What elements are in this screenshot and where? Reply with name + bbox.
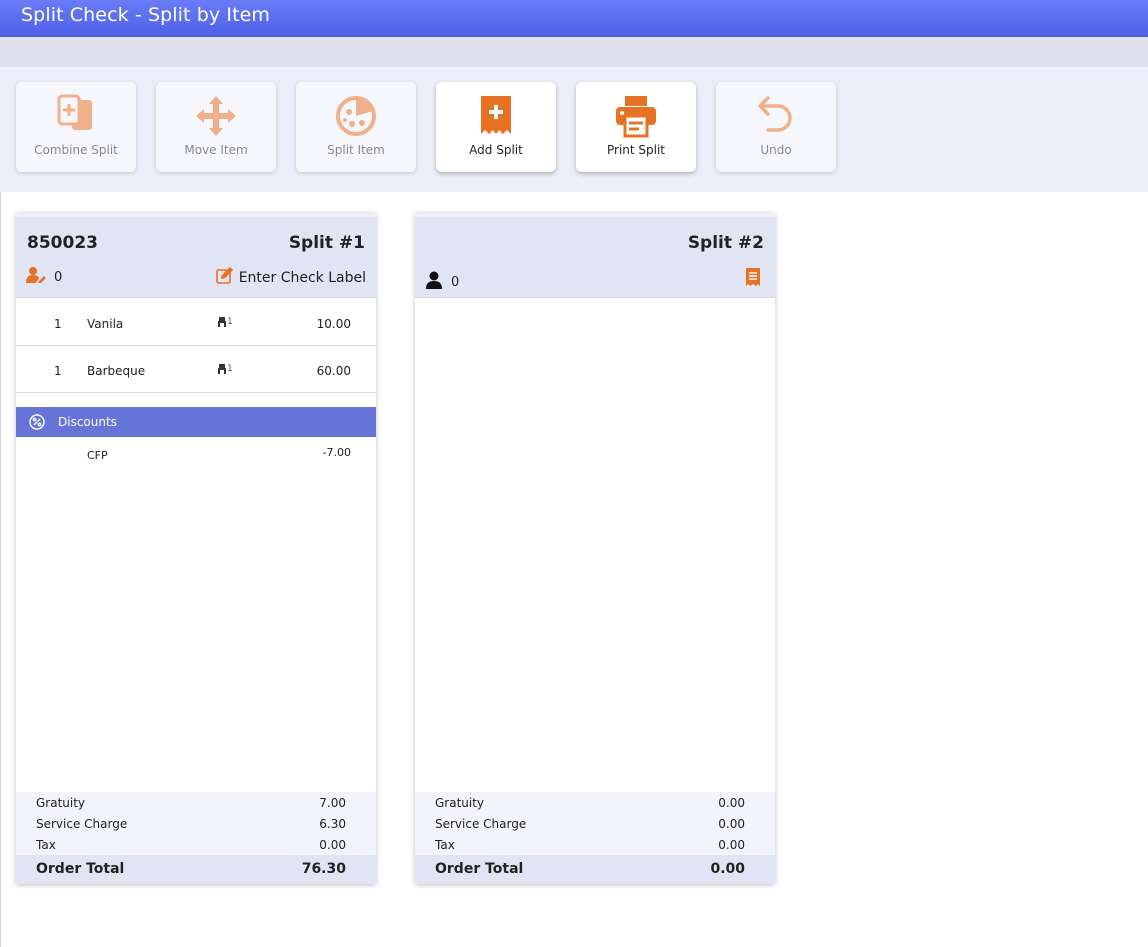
pizza-icon [296, 94, 416, 138]
check-number: 850023 [27, 233, 98, 253]
action-toolbar: Combine Split Move Item Split Item Add S… [0, 67, 1148, 192]
discount-percent-icon [29, 414, 45, 433]
seat-indicator: 1 [218, 364, 233, 374]
discounts-header[interactable]: Discounts [16, 407, 376, 437]
totals-section: Gratuity 0.00 Service Charge 0.00 Tax 0.… [415, 792, 775, 855]
check-label-text: Enter Check Label [238, 269, 366, 286]
order-total-label: Order Total [36, 861, 125, 877]
service-charge-row: Service Charge 6.30 [16, 813, 376, 834]
undo-icon [716, 94, 836, 138]
print-split-label: Print Split [606, 143, 666, 157]
discount-name: CFP [87, 449, 108, 462]
item-name: Vanila [87, 317, 124, 331]
service-charge-value: 6.30 [319, 817, 346, 831]
split-item-label: Split Item [327, 143, 385, 157]
totals-section: Gratuity 7.00 Service Charge 6.30 Tax 0.… [16, 792, 376, 855]
combine-split-button[interactable]: Combine Split [16, 82, 136, 172]
item-price: 10.00 [316, 317, 351, 331]
seat-indicator: 1 [218, 317, 233, 327]
discount-row[interactable]: CFP -7.00 [16, 445, 376, 465]
discounts-label: Discounts [58, 415, 117, 429]
service-charge-label: Service Charge [36, 817, 128, 831]
service-charge-value: 0.00 [718, 817, 745, 831]
printer-icon [576, 94, 696, 138]
seat-number: 1 [227, 364, 233, 374]
combine-split-label: Combine Split [34, 143, 118, 157]
edit-guest-icon [26, 267, 46, 287]
item-row[interactable]: 1 Barbeque 1 60.00 [16, 346, 376, 393]
add-receipt-icon [436, 94, 556, 138]
receipt-icon[interactable] [745, 267, 761, 291]
undo-label: Undo [760, 143, 792, 157]
item-qty: 1 [54, 317, 62, 331]
guest-count-value: 0 [54, 269, 63, 285]
item-price: 60.00 [316, 364, 351, 378]
move-arrows-icon [156, 94, 276, 138]
tax-value: 0.00 [319, 838, 346, 852]
tax-row: Tax 0.00 [415, 834, 775, 855]
edit-icon [215, 266, 233, 288]
tax-label: Tax [435, 838, 455, 852]
add-split-button[interactable]: Add Split [436, 82, 556, 172]
user-icon [425, 271, 443, 293]
discount-amount: -7.00 [322, 446, 351, 459]
title-bar: Split Check - Split by Item [0, 0, 1148, 37]
add-split-label: Add Split [469, 143, 523, 157]
enter-check-label-link[interactable]: Enter Check Label [215, 266, 366, 288]
combine-split-icon [16, 94, 136, 138]
gratuity-label: Gratuity [36, 796, 86, 810]
service-charge-label: Service Charge [435, 817, 527, 831]
order-total-row: Order Total 76.30 [16, 855, 376, 884]
guest-count-value: 0 [451, 274, 460, 290]
gratuity-value: 7.00 [319, 796, 346, 810]
undo-button[interactable]: Undo [716, 82, 836, 172]
service-charge-row: Service Charge 0.00 [415, 813, 775, 834]
window-title: Split Check - Split by Item [21, 4, 271, 26]
item-qty: 1 [54, 364, 62, 378]
split-card-header: Split #2 0 [415, 217, 775, 298]
gratuity-row: Gratuity 7.00 [16, 792, 376, 813]
split-item-button[interactable]: Split Item [296, 82, 416, 172]
split-card-header: 850023 Split #1 0 Enter Check Label [16, 217, 376, 298]
tax-label: Tax [36, 838, 56, 852]
order-total-label: Order Total [435, 861, 524, 877]
split-card-2[interactable]: Split #2 0 Gratuity 0.00 Service Charge … [415, 213, 775, 884]
split-card-1[interactable]: 850023 Split #1 0 Enter Check Label 1 Va… [16, 213, 376, 884]
sub-header-bar [0, 37, 1148, 67]
gratuity-value: 0.00 [718, 796, 745, 810]
move-item-button[interactable]: Move Item [156, 82, 276, 172]
print-split-button[interactable]: Print Split [576, 82, 696, 172]
guest-count[interactable]: 0 [425, 271, 459, 293]
guest-count[interactable]: 0 [26, 267, 62, 287]
seat-icon [218, 364, 226, 374]
gratuity-label: Gratuity [435, 796, 485, 810]
move-item-label: Move Item [184, 143, 248, 157]
split-title: Split #1 [288, 233, 365, 253]
split-title: Split #2 [687, 233, 764, 253]
seat-number: 1 [227, 317, 233, 327]
order-total-row: Order Total 0.00 [415, 855, 775, 884]
order-total-value: 0.00 [710, 861, 745, 877]
tax-row: Tax 0.00 [16, 834, 376, 855]
tax-value: 0.00 [718, 838, 745, 852]
item-row[interactable]: 1 Vanila 1 10.00 [16, 299, 376, 346]
item-name: Barbeque [87, 364, 146, 378]
left-border [0, 192, 1, 947]
order-total-value: 76.30 [301, 861, 346, 877]
gratuity-row: Gratuity 0.00 [415, 792, 775, 813]
seat-icon [218, 317, 226, 327]
